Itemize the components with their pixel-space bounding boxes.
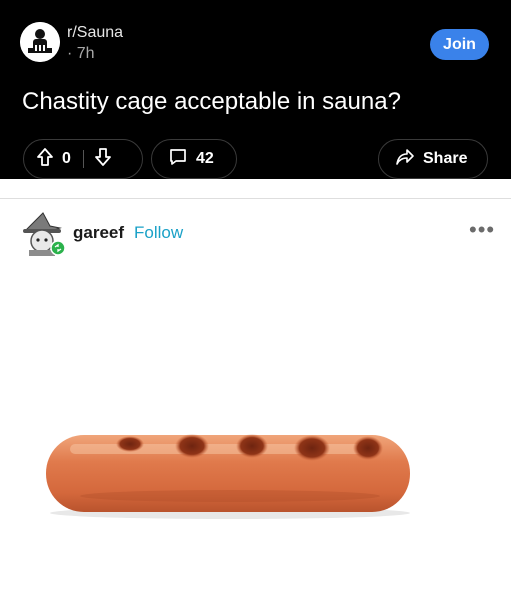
vote-bar: 0 xyxy=(23,139,143,179)
more-options-icon[interactable]: ••• xyxy=(469,219,495,241)
vote-count: 0 xyxy=(62,150,71,167)
username[interactable]: gareef xyxy=(73,223,124,243)
vote-divider xyxy=(82,150,84,168)
upvote-icon[interactable] xyxy=(36,147,54,172)
follow-button[interactable]: Follow xyxy=(134,223,183,243)
post-title[interactable]: Chastity cage acceptable in sauna? xyxy=(22,88,401,116)
user-avatar-icon[interactable] xyxy=(20,210,66,256)
sausage-image xyxy=(46,434,410,519)
subreddit-avatar-icon[interactable] xyxy=(20,22,60,62)
post-image xyxy=(0,260,511,600)
comment-count: 42 xyxy=(196,150,214,167)
share-icon xyxy=(395,148,415,171)
downvote-icon[interactable] xyxy=(94,147,112,172)
reddit-post-card: r/Sauna · 7h Join Chastity cage acceptab… xyxy=(0,0,511,179)
join-button[interactable]: Join xyxy=(430,29,489,60)
subreddit-name[interactable]: r/Sauna xyxy=(67,24,123,42)
post-time: · 7h xyxy=(67,45,95,62)
comment-icon xyxy=(168,147,188,172)
comments-button[interactable]: 42 xyxy=(151,139,237,179)
share-label: Share xyxy=(423,150,468,167)
share-button[interactable]: Share xyxy=(378,139,488,179)
section-divider xyxy=(0,179,511,199)
